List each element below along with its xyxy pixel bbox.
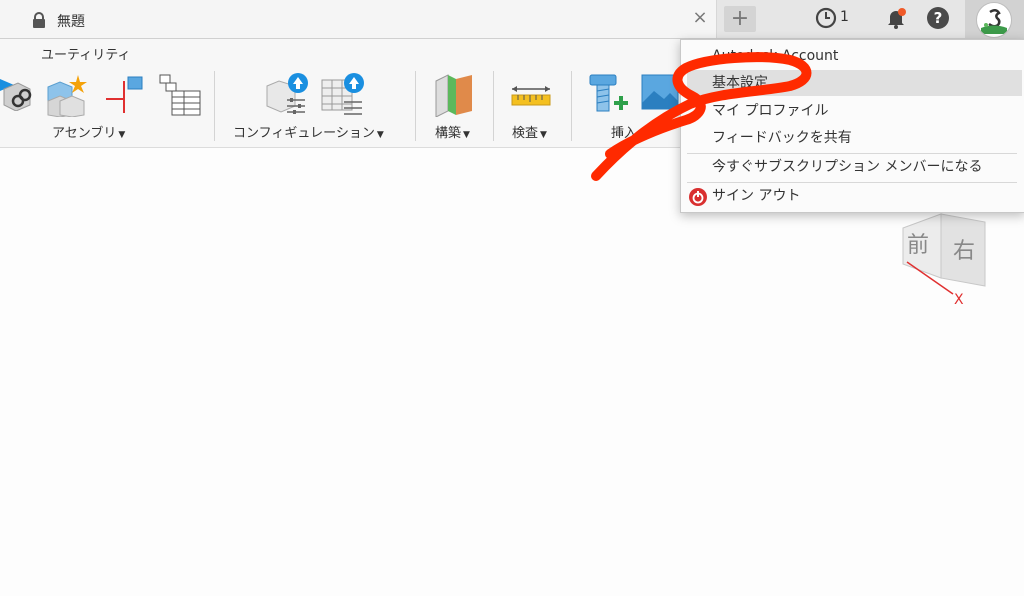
menu-item-sign-out[interactable]: サイン アウト — [681, 183, 1024, 209]
lock-icon — [33, 12, 45, 28]
document-tab[interactable]: 無題 × — [0, 0, 717, 38]
job-count: 1 — [840, 9, 849, 25]
new-tab-button[interactable]: + — [724, 6, 756, 32]
profile-dropdown-menu: Autodesk Account 基本設定 マイ プロファイル フィードバックを… — [680, 39, 1024, 213]
insert-mcmaster-bolt-icon[interactable] — [586, 73, 630, 117]
utility-tab[interactable]: ユーティリティ — [41, 44, 130, 63]
menu-item-preferences[interactable]: 基本設定 — [687, 70, 1022, 96]
menu-item-autodesk-account[interactable]: Autodesk Account — [681, 43, 1024, 69]
close-tab-icon[interactable]: × — [690, 8, 710, 28]
new-component-icon[interactable] — [46, 73, 90, 117]
insert-menu[interactable]: 挿入 — [611, 122, 637, 141]
configuration-table-icon[interactable] — [320, 72, 366, 118]
configuration-menu[interactable]: コンフィギュレーション ▼ — [233, 122, 384, 141]
ground-flag-icon[interactable] — [104, 75, 146, 115]
construct-plane-icon[interactable] — [432, 73, 476, 117]
avatar-logo-icon — [978, 4, 1010, 36]
viewcube[interactable]: 前 右 X — [893, 200, 1003, 310]
job-status-clock-icon[interactable] — [815, 7, 837, 29]
assembly-menu[interactable]: アセンブリ ▼ — [52, 122, 125, 141]
help-icon[interactable]: ? — [927, 7, 949, 29]
document-title: 無題 — [57, 14, 85, 30]
insert-canvas-image-icon[interactable] — [640, 73, 680, 113]
menu-item-my-profile[interactable]: マイ プロファイル — [681, 98, 1024, 124]
viewcube-front-face[interactable]: 前 — [907, 233, 929, 258]
toolbar-separator — [214, 71, 215, 141]
avatar[interactable] — [976, 2, 1012, 38]
tab-bar: 無題 × + 1 ? — [0, 0, 1024, 39]
viewcube-right-face[interactable]: 右 — [953, 239, 975, 264]
toolbar-separator — [493, 71, 494, 141]
component-table-icon[interactable] — [158, 73, 202, 117]
menu-item-share-feedback[interactable]: フィードバックを共有 — [681, 125, 1024, 151]
toolbar-separator — [571, 71, 572, 141]
construct-menu[interactable]: 構築 ▼ — [435, 122, 470, 141]
notification-bell-icon[interactable] — [884, 6, 908, 30]
configure-icon[interactable] — [265, 72, 311, 118]
menu-item-subscribe[interactable]: 今すぐサブスクリプション メンバーになる — [681, 154, 1024, 180]
toolbar-separator — [415, 71, 416, 141]
design-canvas[interactable] — [0, 148, 1024, 596]
joint-link-icon[interactable] — [0, 71, 34, 111]
inspect-menu[interactable]: 検査 ▼ — [512, 122, 547, 141]
x-axis-label: X — [954, 292, 964, 308]
measure-icon[interactable] — [510, 83, 552, 109]
